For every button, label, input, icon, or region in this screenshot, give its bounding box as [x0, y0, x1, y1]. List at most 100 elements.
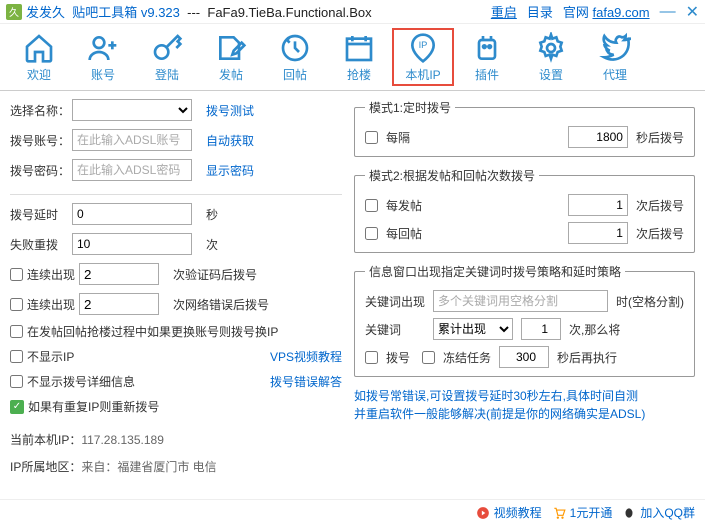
cart-icon — [552, 506, 566, 520]
kw-appear-input[interactable] — [433, 290, 608, 312]
gear-icon — [535, 32, 567, 64]
swap-ip-checkbox[interactable] — [10, 325, 23, 338]
mode2-post-checkbox[interactable] — [365, 199, 378, 212]
qq-icon — [622, 506, 636, 520]
mode2-reply-after: 次后拨号 — [636, 225, 684, 242]
vps-tut-link[interactable]: VPS视频教程 — [270, 348, 342, 365]
home-icon — [23, 32, 55, 64]
dial-err-link[interactable]: 拨号错误解答 — [270, 373, 342, 390]
delay-input[interactable] — [72, 203, 192, 225]
kw-appear-label: 关键词出现 — [365, 293, 425, 310]
tab-proxy[interactable]: 代理 — [584, 28, 646, 86]
minimize-icon[interactable]: — — [660, 3, 676, 21]
bird-icon — [599, 32, 631, 64]
re-exec-label: 秒后再执行 — [557, 349, 617, 366]
close-icon[interactable]: ✕ — [686, 2, 699, 22]
tab-login[interactable]: 登陆 — [136, 28, 198, 86]
catalog-link[interactable]: 目录 — [527, 2, 553, 21]
dup-redial-label: 如果有重复IP则重新拨号 — [28, 398, 159, 415]
toolbar: 欢迎 账号 登陆 发帖 回帖 抢楼 IP 本机IP 插件 设置 代理 — [0, 24, 705, 91]
tab-setting[interactable]: 设置 — [520, 28, 582, 86]
cont1-label: 连续出现 — [27, 266, 79, 283]
dial-label: 拨号 — [386, 349, 410, 366]
edit-icon — [215, 32, 247, 64]
name-label: 选择名称： — [10, 102, 72, 119]
mode2-fieldset: 模式2:根据发帖和回帖次数拨号 每发帖 次后拨号 每回帖 次后拨号 — [354, 167, 695, 253]
mode1-interval-label: 每隔 — [386, 129, 410, 146]
sec-unit: 秒 — [206, 206, 218, 223]
hide-detail-checkbox[interactable] — [10, 375, 23, 388]
tab-welcome[interactable]: 欢迎 — [8, 28, 70, 86]
freeze-input[interactable] — [499, 346, 549, 368]
mode2-post-input[interactable] — [568, 194, 628, 216]
title-text: 发发久 贴吧工具箱 v9.323 --- FaFa9.TieBa.Functio… — [26, 2, 372, 21]
acct-label: 拨号账号： — [10, 132, 72, 149]
key-icon — [151, 32, 183, 64]
cont1-suffix: 次验证码后拨号 — [173, 266, 257, 283]
kw-label: 关键词 — [365, 321, 425, 338]
kw-mode-select[interactable]: 累计出现 — [433, 318, 513, 340]
cur-ip-row: 当前本机IP：117.28.135.189 — [10, 431, 342, 448]
tab-grab[interactable]: 抢楼 — [328, 28, 390, 86]
freeze-checkbox[interactable] — [422, 351, 435, 364]
mode1-interval-input[interactable] — [568, 126, 628, 148]
show-pwd-link[interactable]: 显示密码 — [206, 162, 254, 179]
loc-row: IP所属地区：来自：福建省厦门市 电信 — [10, 458, 342, 475]
mode2-reply-checkbox[interactable] — [365, 227, 378, 240]
reply-icon — [279, 32, 311, 64]
tab-reply[interactable]: 回帖 — [264, 28, 326, 86]
tab-post[interactable]: 发帖 — [200, 28, 262, 86]
tab-plugin[interactable]: 插件 — [456, 28, 518, 86]
cont2-label: 连续出现 — [27, 296, 79, 313]
mode2-post-label: 每发帖 — [386, 197, 422, 214]
mode2-post-after: 次后拨号 — [636, 197, 684, 214]
cont2-suffix: 次网络错误后拨号 — [173, 296, 269, 313]
ip-icon: IP — [407, 32, 439, 64]
user-icon — [87, 32, 119, 64]
site-link[interactable]: 官网 fafa9.com — [563, 2, 650, 21]
fail-label: 失败重拨 — [10, 236, 72, 253]
title-bar: 久 发发久 贴吧工具箱 v9.323 --- FaFa9.TieBa.Funct… — [0, 0, 705, 24]
mode1-fieldset: 模式1:定时拨号 每隔 秒后拨号 — [354, 99, 695, 157]
swap-ip-label: 在发帖回帖抢楼过程中如果更换账号则拨号换IP — [27, 323, 278, 340]
cont2-checkbox[interactable] — [10, 298, 23, 311]
acct-input[interactable] — [72, 129, 192, 151]
hide-ip-checkbox[interactable] — [10, 350, 23, 363]
kw-count-input[interactable] — [521, 318, 561, 340]
dial-test-link[interactable]: 拨号测试 — [206, 102, 254, 119]
mode1-legend: 模式1:定时拨号 — [365, 99, 455, 116]
cont2-input[interactable] — [79, 293, 159, 315]
footer: 视频教程 1元开通 加入QQ群 — [0, 499, 705, 525]
checked-icon[interactable]: ✓ — [10, 400, 24, 414]
freeze-label: 冻结任务 — [443, 349, 491, 366]
cont1-input[interactable] — [79, 263, 159, 285]
qq-button[interactable]: 加入QQ群 — [622, 504, 695, 521]
tab-ip[interactable]: IP 本机IP — [392, 28, 454, 86]
mode2-reply-input[interactable] — [568, 222, 628, 244]
mode2-reply-label: 每回帖 — [386, 225, 422, 242]
buy-button[interactable]: 1元开通 — [552, 504, 613, 521]
delay-label: 拨号延时 — [10, 206, 72, 223]
name-select[interactable] — [72, 99, 192, 121]
pwd-label: 拨号密码： — [10, 162, 72, 179]
info-legend: 信息窗口出现指定关键词时拨号策略和延时策略 — [365, 263, 625, 280]
auto-get-link[interactable]: 自动获取 — [206, 132, 254, 149]
mode1-after-label: 秒后拨号 — [636, 129, 684, 146]
tab-account[interactable]: 账号 — [72, 28, 134, 86]
video-tut-button[interactable]: 视频教程 — [476, 504, 542, 521]
hide-ip-label: 不显示IP — [27, 348, 74, 365]
time-split-label: 时(空格分割) — [616, 293, 684, 310]
times-unit: 次 — [206, 236, 218, 253]
fail-input[interactable] — [72, 233, 192, 255]
dial-checkbox[interactable] — [365, 351, 378, 364]
left-panel: 选择名称： 拨号测试 拨号账号： 自动获取 拨号密码： 显示密码 拨号延时 秒 … — [10, 99, 342, 499]
hide-detail-label: 不显示拨号详细信息 — [27, 373, 135, 390]
note-text: 如拨号常错误,可设置拨号延时30秒左右,具体时间自测 并重启软件一般能够解决(前… — [354, 387, 695, 423]
cont1-checkbox[interactable] — [10, 268, 23, 281]
then-label: 次,那么将 — [569, 321, 620, 338]
restart-link[interactable]: 重启 — [491, 2, 517, 21]
svg-text:IP: IP — [419, 40, 428, 50]
pwd-input[interactable] — [72, 159, 192, 181]
right-panel: 模式1:定时拨号 每隔 秒后拨号 模式2:根据发帖和回帖次数拨号 每发帖 次后拨… — [354, 99, 695, 499]
mode1-interval-checkbox[interactable] — [365, 131, 378, 144]
